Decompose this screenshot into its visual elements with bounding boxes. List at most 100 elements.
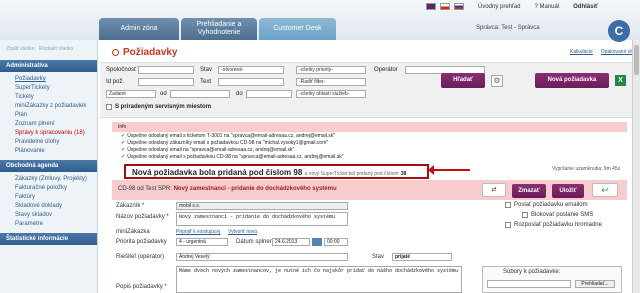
state-select[interactable]: -otvorené- [218,66,284,74]
detail-code: CD-98 od Test SPR: [118,186,172,192]
operator-field[interactable]: Andrej Veselý [176,253,348,261]
send-email-checkbox[interactable] [505,202,511,208]
sidebar-item-supertickets[interactable]: SuperTickety [0,84,97,93]
time-field[interactable]: 00:00 [324,238,348,246]
new-request-subtext: a nový SuperTicket bol pridaný pod číslo… [304,171,399,177]
sidebar-section-admin[interactable]: Administratíva [0,60,97,72]
sidebar-item-stock-docs[interactable]: Skladové doklady [0,202,97,211]
sidebar-item-planning[interactable]: Plánovanie [0,147,97,156]
new-request-button[interactable]: Nová požiadavka [535,73,609,88]
page-links: Kalkulácie Opakované úlohy [570,49,640,55]
files-panel: Súbory k požiadavke: Prehliadať... [482,266,622,293]
sidebar-section-business[interactable]: Obchodná agenda [0,160,97,172]
logout-link[interactable]: Odhlásiť [573,4,598,10]
bulk-send-checkbox[interactable] [505,222,511,228]
page-title-text: Požiadavky [123,47,178,58]
name-field[interactable]: Nový zamestnanci - pridanie do dochádzko… [176,212,348,226]
info-panel: Info ✔ Úspešne odoslaný email s ticketom … [112,122,627,164]
text-input[interactable] [218,78,284,86]
sidebar-item-plan[interactable]: Plán [0,111,97,120]
request-form: Zákazník * mobil s.s. Názov požiadavky *… [112,200,627,293]
state-field[interactable]: prijaté [392,253,452,261]
file-path-field[interactable] [487,280,571,288]
expand-all-link[interactable]: Rozbaliť všetko [39,46,73,52]
company-select[interactable] [138,66,194,74]
manual-link[interactable]: ? Manuál [534,4,559,10]
flag-sk-icon[interactable] [454,3,464,10]
tab-admin-zone[interactable]: Admin zóna [99,18,179,40]
sidebar-item-invoices[interactable]: Faktúry [0,193,97,202]
info-line: ✔ Úspešne odoslaný email na "spravca@emai… [112,146,627,153]
description-field[interactable]: Máme dvoch nových zamestnancov, je nutné… [176,266,462,293]
excel-export-icon[interactable]: X [615,75,626,86]
save-button[interactable]: Uložiť [552,184,584,198]
company-label: Spoločnosť [106,67,137,73]
to-label: do [236,91,243,97]
detail-bar: CD-98 od Test SPR: Nový zamestnanci - pr… [112,180,627,200]
flag-cz-icon[interactable] [440,3,450,10]
service-place-checkbox[interactable] [106,104,112,110]
sidebar-item-fulfillments[interactable]: Zoznam plnení [0,120,97,129]
main-content: Požiadavky Kalkulácie Opakované úlohy Sp… [100,40,640,293]
overview-link[interactable]: Úvodný prehľad [478,4,520,10]
requests-icon [112,48,119,56]
sort-select[interactable]: -Radiť filter- [296,78,366,86]
create-new-link[interactable]: Vytvoriť novú [228,229,257,235]
attach-existing-link[interactable]: Pripojiť k existujúcej [176,229,220,235]
from-label: od [160,91,167,97]
sidebar-item-tickets[interactable]: Tickety [0,93,97,102]
tab-browse-evaluate[interactable]: Prehliadanie a Vyhodnotenie [181,18,257,40]
app-logo: C [608,20,630,42]
entered-select[interactable]: Zadané [106,90,156,98]
customer-field[interactable]: mobil s.s. [176,202,348,210]
sidebar-item-stock-states[interactable]: Stavy skladov [0,211,97,220]
detail-title: CD-98 od Test SPR: Nový zamestnanci - pr… [118,186,337,192]
bulk-send-label: Rozposlať požiadavku hromadne [514,222,602,228]
sidebar-item-mini-orders[interactable]: miniZákazky z požiadaviek [0,102,97,111]
service-place-label: S priradeným servisným miestom [115,104,212,110]
filter-panel: Spoločnosť Stav -otvorené- -všetky prior… [100,62,640,118]
delete-button[interactable]: Zmazať [512,184,546,198]
top-bar: Admin zóna Prehliadanie a Vyhodnotenie C… [0,0,640,42]
sidebar-item-contracts[interactable]: Zákazky (Zmluvy, Projekty) [0,175,97,184]
info-text: Úspešne odoslaný zákazníky email s požia… [127,140,329,146]
scrollbar-thumb[interactable] [634,45,639,75]
lock-expiry: Vypršanie uzamknutia: 9m 45s [552,166,621,172]
sidebar-item-parameters[interactable]: Parametre [0,220,97,229]
block-sms-checkbox[interactable] [522,212,528,218]
sidebar: Zbaliť všetko Rozbaliť všetko Administra… [0,40,98,293]
sidebar-section-statistics[interactable]: Štatistické informácie [0,233,97,245]
back-icon[interactable]: ↩ [592,183,618,197]
sidebar-item-billing-items[interactable]: Fakturačné položky [0,184,97,193]
collapse-all-link[interactable]: Zbaliť všetko [6,46,35,52]
scrollbar[interactable] [632,40,640,293]
browse-button[interactable]: Prehliadať... [575,280,615,288]
tab-customer-desk[interactable]: Customer Desk [259,18,336,40]
arrow-icon [428,165,470,175]
files-label: Súbory k požiadavke: [503,269,561,275]
filter-settings-icon[interactable]: ⚙ [491,75,503,87]
sidebar-toggles: Zbaliť všetko Rozbaliť všetko [0,40,97,56]
sidebar-item-recurring[interactable]: Pravidelné úlohy [0,138,97,147]
superticket-number: 38 [400,171,407,177]
sidebar-item-messages[interactable]: Správy k spracovaniu (18) [0,129,97,138]
priority-field[interactable]: 4 - urgentná [176,238,228,246]
date-from-input[interactable] [170,90,230,98]
customer-label: Zákazník * [116,203,145,209]
calendar-icon[interactable] [312,238,322,246]
calculations-link[interactable]: Kalkulácie [570,49,593,55]
refresh-icon[interactable]: ⇄ [482,183,506,197]
date-to-input[interactable] [246,90,292,98]
due-date-field[interactable]: 24.6.2013 [272,238,310,246]
search-button[interactable]: Hľadať [441,73,485,88]
check-icon: ✔ [121,147,126,153]
sidebar-item-requests[interactable]: Požiadavky [0,75,97,84]
id-input[interactable] [138,78,194,86]
check-icon: ✔ [121,140,126,146]
flag-uk-icon[interactable] [426,3,436,10]
user-label: Správca: Test - Správca [476,25,540,31]
priority-select[interactable]: -všetky priority- [296,66,366,74]
info-header: Info [112,122,627,132]
check-icon: ✔ [121,133,126,139]
service-area-select[interactable]: -všetky oblasti služieb- [296,90,366,98]
